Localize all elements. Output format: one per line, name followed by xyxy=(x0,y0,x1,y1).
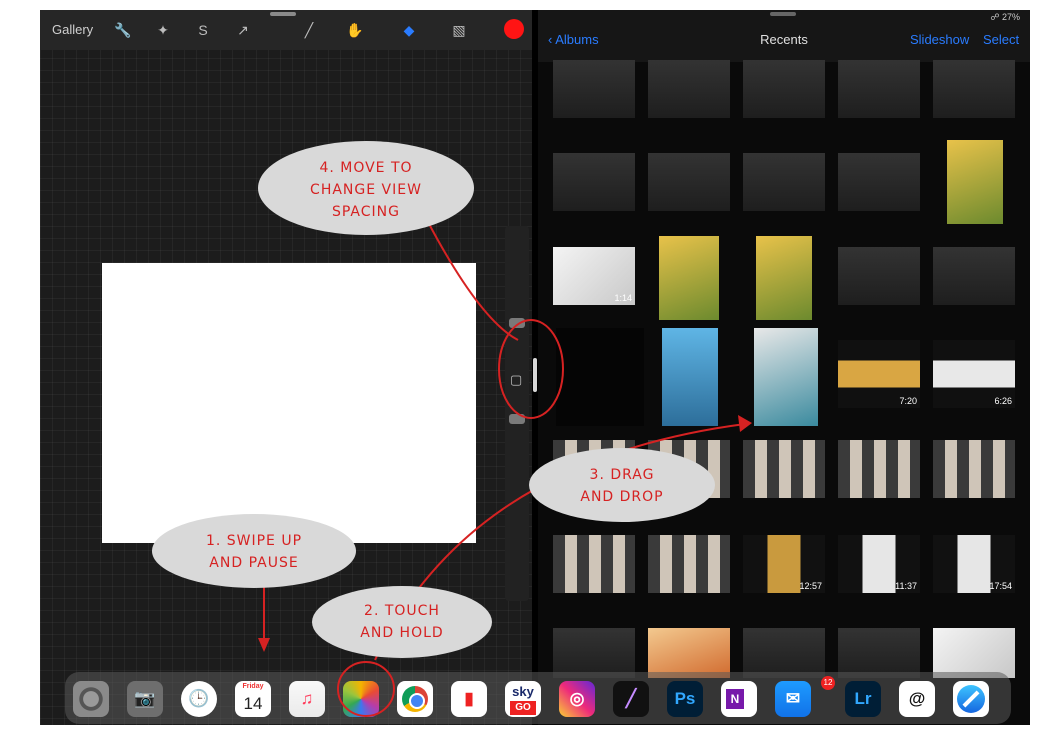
step4-text: CHANGE VIEW xyxy=(310,182,422,198)
callout-bubble-step3 xyxy=(529,448,715,522)
screenshot-frame: Gallery 🔧 ✦ S ↗ ╱ ✋ ◆ ▧ ▢ ☍ 27% ‹ Albums… xyxy=(0,0,1060,733)
step4-text: 4. MOVE TO xyxy=(319,160,412,176)
step2-text: 2. TOUCH xyxy=(364,603,440,619)
callout-bubble-step1 xyxy=(152,514,356,588)
step3-text: AND DROP xyxy=(580,489,663,505)
step1-text: AND PAUSE xyxy=(209,555,298,571)
step1-text: 1. SWIPE UP xyxy=(206,533,302,549)
step4-text: SPACING xyxy=(332,204,400,220)
tutorial-annotations: 4. MOVE TO CHANGE VIEW SPACING 3. DRAG A… xyxy=(152,141,752,717)
highlight-circle xyxy=(337,661,395,717)
arrowhead-icon xyxy=(258,638,270,652)
annotation-line xyxy=(427,221,519,341)
step2-text: AND HOLD xyxy=(360,625,443,641)
highlight-circle xyxy=(498,319,564,419)
step3-text: 3. DRAG xyxy=(590,467,655,483)
arrowhead-icon xyxy=(738,415,752,432)
callout-bubble-step2 xyxy=(312,586,492,658)
